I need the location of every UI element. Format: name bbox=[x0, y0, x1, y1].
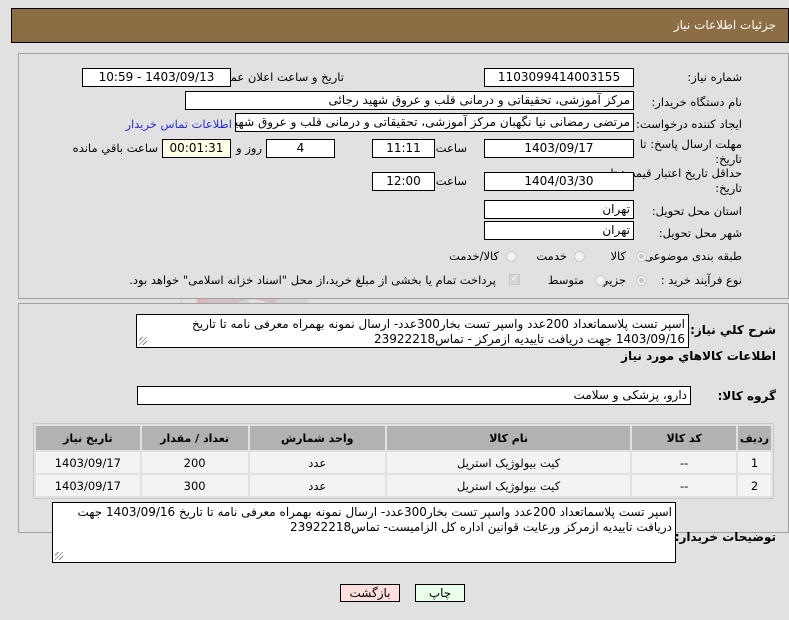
requester-field: مرتضی رمضانی نیا نگهبان مرکز آموزشی، تحق… bbox=[235, 113, 634, 132]
print-button[interactable]: چاپ bbox=[415, 584, 465, 602]
buyer-notes-textarea[interactable]: اسپر تست پلاسماتعداد 200عدد واسپر تست بخ… bbox=[52, 502, 676, 563]
category-option-goods-service: کالا/خدمت bbox=[448, 249, 499, 263]
buyer-org-field: مرکز آموزشی، تحقیقاتی و درمانی قلب و عرو… bbox=[185, 91, 634, 110]
category-option-service: خدمت bbox=[536, 249, 567, 263]
col-row-number: ردیف bbox=[737, 426, 771, 450]
buyer-org-label: نام دستگاه خریدار: bbox=[651, 95, 742, 109]
items-heading: اطلاعات کالاهاي مورد نیاز bbox=[621, 349, 776, 363]
cell-need-date: 1403/09/17 bbox=[36, 452, 140, 473]
remaining-days-field: 4 bbox=[266, 139, 335, 158]
reply-deadline-label: مهلت ارسال پاسخ: تا تاریخ: bbox=[639, 137, 742, 166]
reply-deadline-date-field: 1403/09/17 bbox=[484, 139, 634, 158]
buyer-contact-link[interactable]: اطلاعات تماس خریدار bbox=[125, 117, 232, 131]
cell-need-date: 1403/09/17 bbox=[36, 475, 140, 496]
goods-group-label: گروه کالا: bbox=[717, 389, 776, 403]
buyer-notes-text: اسپر تست پلاسماتعداد 200عدد واسپر تست بخ… bbox=[77, 505, 672, 534]
summary-text: اسپر تست پلاسماتعداد 200عدد واسپر تست بخ… bbox=[191, 317, 685, 346]
cell-item-code: -- bbox=[632, 475, 736, 496]
cell-row-number: 1 bbox=[737, 452, 771, 473]
col-unit: واحد شمارش bbox=[249, 426, 385, 450]
resize-grip-icon[interactable] bbox=[139, 337, 147, 345]
cell-row-number: 2 bbox=[737, 475, 771, 496]
category-option-goods: کالا bbox=[610, 249, 626, 263]
cell-quantity: 200 bbox=[141, 452, 248, 473]
remaining-time-label: ساعت باقي مانده bbox=[72, 141, 158, 155]
table-row: 2 -- کیت بیولوژیک استریل عدد 300 1403/09… bbox=[36, 475, 771, 496]
treasury-payment-note: پرداخت تمام یا بخشی از مبلغ خرید،از محل … bbox=[129, 273, 496, 287]
cell-item-name: کیت بیولوژیک استریل bbox=[386, 475, 631, 496]
days-label: روز و bbox=[236, 141, 262, 155]
announce-datetime-field: 1403/09/13 - 10:59 bbox=[82, 68, 231, 87]
requester-label: ایجاد کننده درخواست: bbox=[636, 117, 742, 131]
purchase-type-radio-minor[interactable] bbox=[636, 275, 647, 286]
col-quantity: تعداد / مقدار bbox=[141, 426, 248, 450]
table-row: 1 -- کیت بیولوژیک استریل عدد 200 1403/09… bbox=[36, 452, 771, 473]
page-header: جزئیات اطلاعات نیاز bbox=[11, 8, 789, 43]
col-item-name: نام کالا bbox=[386, 426, 631, 450]
price-validity-date-field: 1404/03/30 bbox=[484, 172, 634, 191]
page-title: جزئیات اطلاعات نیاز bbox=[673, 18, 776, 32]
table-header-row: ردیف کد کالا نام کالا واحد شمارش تعداد /… bbox=[36, 426, 771, 450]
buyer-notes-label: توضیحات خریدار: bbox=[674, 530, 776, 544]
goods-group-field: دارو، پزشکی و سلامت bbox=[137, 386, 691, 405]
purchase-type-option-medium: متوسط bbox=[547, 273, 584, 287]
col-need-date: تاریخ نیاز bbox=[36, 426, 140, 450]
cell-item-code: -- bbox=[632, 452, 736, 473]
cell-quantity: 300 bbox=[141, 475, 248, 496]
cell-item-name: کیت بیولوژیک استریل bbox=[386, 452, 631, 473]
category-label: طبقه بندی موضوعی: bbox=[640, 249, 742, 263]
delivery-province-field: تهران bbox=[484, 200, 634, 219]
summary-textarea[interactable]: اسپر تست پلاسماتعداد 200عدد واسپر تست بخ… bbox=[136, 314, 689, 348]
price-validity-time-field: 12:00 bbox=[372, 172, 435, 191]
delivery-city-field: تهران bbox=[484, 221, 634, 240]
price-time-label: ساعت bbox=[435, 174, 467, 188]
remaining-time-field: 00:01:31 bbox=[162, 139, 231, 158]
delivery-city-label: شهر محل تحویل: bbox=[658, 226, 742, 240]
purchase-type-label: نوع فرآیند خرید : bbox=[660, 273, 742, 287]
back-button[interactable]: بازگشت bbox=[340, 584, 400, 602]
summary-label: شرح کلي نیاز: bbox=[690, 323, 776, 337]
need-number-field: 1103099414003155 bbox=[484, 68, 634, 87]
purchase-type-radio-medium[interactable] bbox=[595, 275, 606, 286]
reply-deadline-time-field: 11:11 bbox=[372, 139, 435, 158]
resize-grip-icon[interactable] bbox=[55, 552, 63, 560]
category-radio-goods[interactable] bbox=[636, 251, 647, 262]
items-table: ردیف کد کالا نام کالا واحد شمارش تعداد /… bbox=[33, 423, 774, 499]
category-radio-goods-service[interactable] bbox=[506, 251, 517, 262]
delivery-province-label: استان محل تحویل: bbox=[651, 204, 742, 218]
treasury-payment-checkbox[interactable]: ✓ bbox=[509, 274, 520, 285]
cell-unit: عدد bbox=[249, 475, 385, 496]
need-number-label: شماره نیاز: bbox=[687, 70, 742, 84]
col-item-code: کد کالا bbox=[632, 426, 736, 450]
reply-time-label: ساعت bbox=[435, 141, 467, 155]
cell-unit: عدد bbox=[249, 452, 385, 473]
category-radio-service[interactable] bbox=[574, 251, 585, 262]
